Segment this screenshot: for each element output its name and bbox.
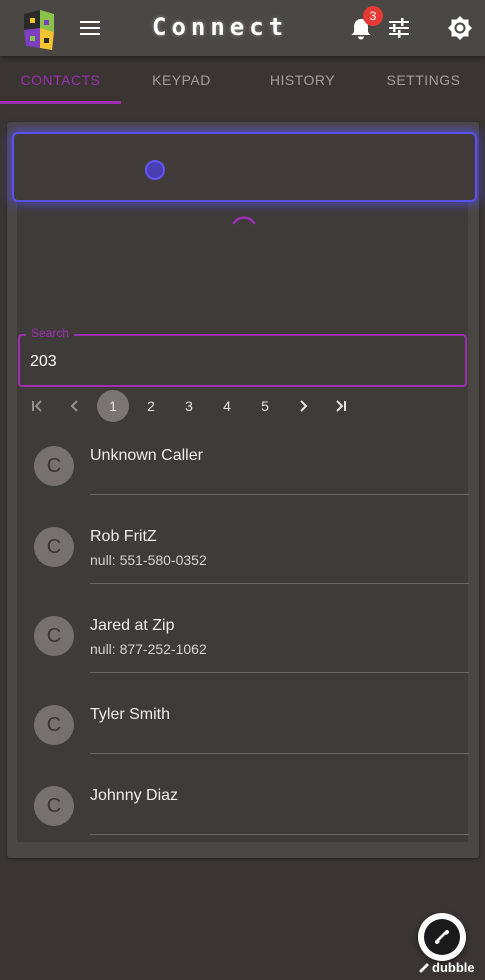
search-input[interactable] xyxy=(30,350,450,374)
page-5-button[interactable]: 5 xyxy=(249,390,281,422)
list-divider xyxy=(90,753,469,754)
tune-sliders-icon xyxy=(389,18,409,38)
list-item[interactable]: C Unknown Caller xyxy=(18,438,469,496)
cursor-indicator xyxy=(145,160,165,180)
last-page-button[interactable] xyxy=(325,390,357,422)
page-4-button[interactable]: 4 xyxy=(211,390,243,422)
contact-name: Jared at Zip xyxy=(90,617,175,634)
app-logo xyxy=(20,8,58,52)
contact-phone: null: 877-252-1062 xyxy=(90,641,207,657)
contact-name: Rob FritZ xyxy=(90,528,157,545)
last-page-icon xyxy=(336,400,346,412)
chevron-left-icon xyxy=(70,400,78,412)
list-divider xyxy=(90,672,469,673)
list-item[interactable]: C Tyler Smith xyxy=(18,697,469,755)
page-2-button[interactable]: 2 xyxy=(135,390,167,422)
brightness-icon xyxy=(448,16,472,40)
app-title: Connect xyxy=(152,13,289,41)
list-item[interactable]: C Rob FritZ null: 551-580-0352 xyxy=(18,519,469,585)
next-page-button[interactable] xyxy=(287,390,319,422)
contact-name: Tyler Smith xyxy=(90,706,171,723)
avatar: C xyxy=(34,786,74,826)
menu-button[interactable] xyxy=(76,14,104,42)
dubble-fab-button[interactable] xyxy=(418,913,466,961)
theme-toggle-button[interactable] xyxy=(446,14,474,42)
list-divider xyxy=(90,494,469,495)
filters-button[interactable] xyxy=(385,14,413,42)
brand-label: dubble xyxy=(432,960,475,975)
active-tab-indicator xyxy=(0,101,121,104)
first-page-button[interactable] xyxy=(21,390,53,422)
page-3-button[interactable]: 3 xyxy=(173,390,205,422)
avatar: C xyxy=(34,446,74,486)
pagination: 1 2 3 4 5 xyxy=(0,390,485,422)
hamburger-menu-icon xyxy=(80,21,100,35)
app-bar: Connect 3 xyxy=(0,0,485,56)
tab-settings[interactable]: SETTINGS xyxy=(363,56,484,104)
tab-history[interactable]: HISTORY xyxy=(242,56,363,104)
tab-contacts[interactable]: CONTACTS xyxy=(0,56,121,104)
search-label: Search xyxy=(26,326,75,340)
contact-name: Unknown Caller xyxy=(90,447,203,464)
dubble-logo-icon xyxy=(424,919,460,955)
contact-phone: null: 551-580-0352 xyxy=(90,552,207,568)
list-divider xyxy=(90,834,469,835)
page-1-button[interactable]: 1 xyxy=(97,390,129,422)
avatar: C xyxy=(34,527,74,567)
list-divider xyxy=(90,583,469,584)
avatar: C xyxy=(34,616,74,656)
tab-keypad[interactable]: KEYPAD xyxy=(121,56,242,104)
notification-count-badge: 3 xyxy=(363,6,383,26)
dubble-mark-icon xyxy=(419,963,429,972)
avatar: C xyxy=(34,705,74,745)
tab-bar: CONTACTS KEYPAD HISTORY SETTINGS xyxy=(0,56,485,104)
contact-name: Johnny Diaz xyxy=(90,787,179,804)
list-item[interactable]: C Johnny Diaz xyxy=(18,778,469,836)
brand-watermark: dubble xyxy=(418,960,475,975)
loading-spinner-icon xyxy=(232,216,256,225)
chevron-right-icon xyxy=(300,400,308,412)
highlighted-region[interactable] xyxy=(12,132,477,202)
previous-page-button[interactable] xyxy=(59,390,91,422)
first-page-icon xyxy=(32,400,42,412)
list-item[interactable]: C Jared at Zip null: 877-252-1062 xyxy=(18,608,469,674)
